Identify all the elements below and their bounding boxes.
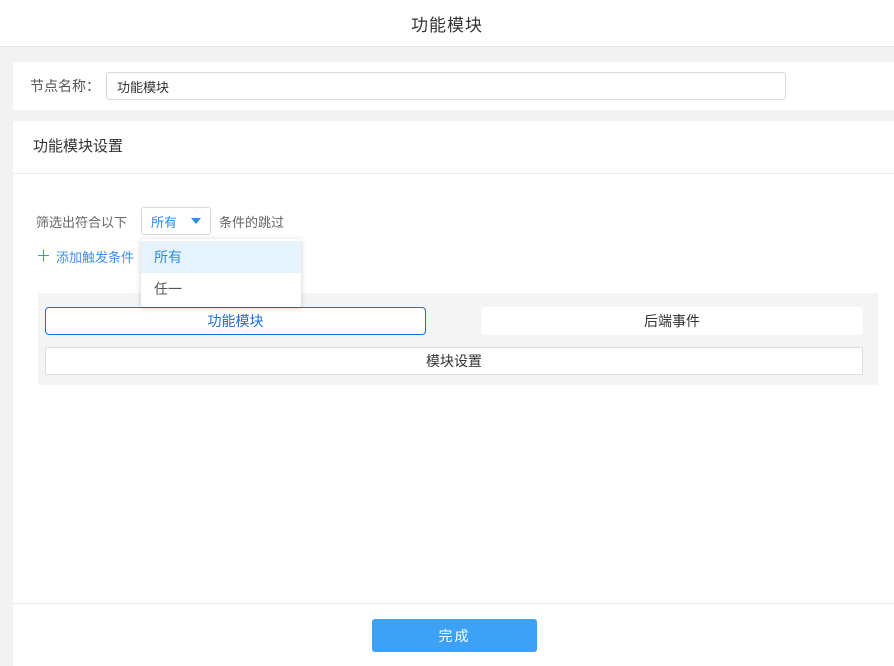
- condition-mode-select[interactable]: 所有: [141, 207, 211, 235]
- tab-function-module[interactable]: 功能模块: [45, 307, 426, 335]
- plus-icon: ＋: [36, 249, 51, 264]
- node-name-section: 节点名称：: [13, 62, 894, 110]
- section-title: 功能模块设置: [33, 135, 123, 156]
- done-button[interactable]: 完成: [372, 619, 537, 652]
- module-settings-row[interactable]: 模块设置: [45, 347, 863, 375]
- section-divider: [13, 173, 894, 174]
- function-module-dialog: 功能模块 节点名称： 功能模块设置 筛选出符合以下 所有 条件的跳过 ＋ 添加触…: [0, 0, 894, 666]
- condition-mode-dropdown: 所有 任一: [141, 239, 301, 307]
- add-trigger-condition-button[interactable]: ＋ 添加触发条件: [36, 246, 134, 266]
- page-title: 功能模块: [411, 11, 483, 36]
- chevron-down-icon: [191, 218, 201, 224]
- dropdown-option-all[interactable]: 所有: [141, 241, 301, 273]
- module-settings-section: 功能模块设置 筛选出符合以下 所有 条件的跳过 ＋ 添加触发条件 所有 任一 功…: [13, 121, 894, 666]
- node-name-label: 节点名称：: [30, 76, 100, 96]
- dialog-header: 功能模块: [0, 0, 894, 47]
- dropdown-option-any[interactable]: 任一: [141, 273, 301, 305]
- filter-suffix-text: 条件的跳过: [219, 212, 284, 231]
- node-name-input[interactable]: [106, 72, 786, 100]
- add-trigger-condition-label: 添加触发条件: [56, 247, 134, 266]
- condition-mode-value: 所有: [151, 212, 177, 231]
- filter-condition-row: 筛选出符合以下 所有 条件的跳过: [36, 207, 284, 235]
- tab-backend-event[interactable]: 后端事件: [481, 307, 863, 335]
- dialog-footer: 完成: [13, 603, 894, 666]
- filter-prefix-text: 筛选出符合以下: [36, 212, 127, 231]
